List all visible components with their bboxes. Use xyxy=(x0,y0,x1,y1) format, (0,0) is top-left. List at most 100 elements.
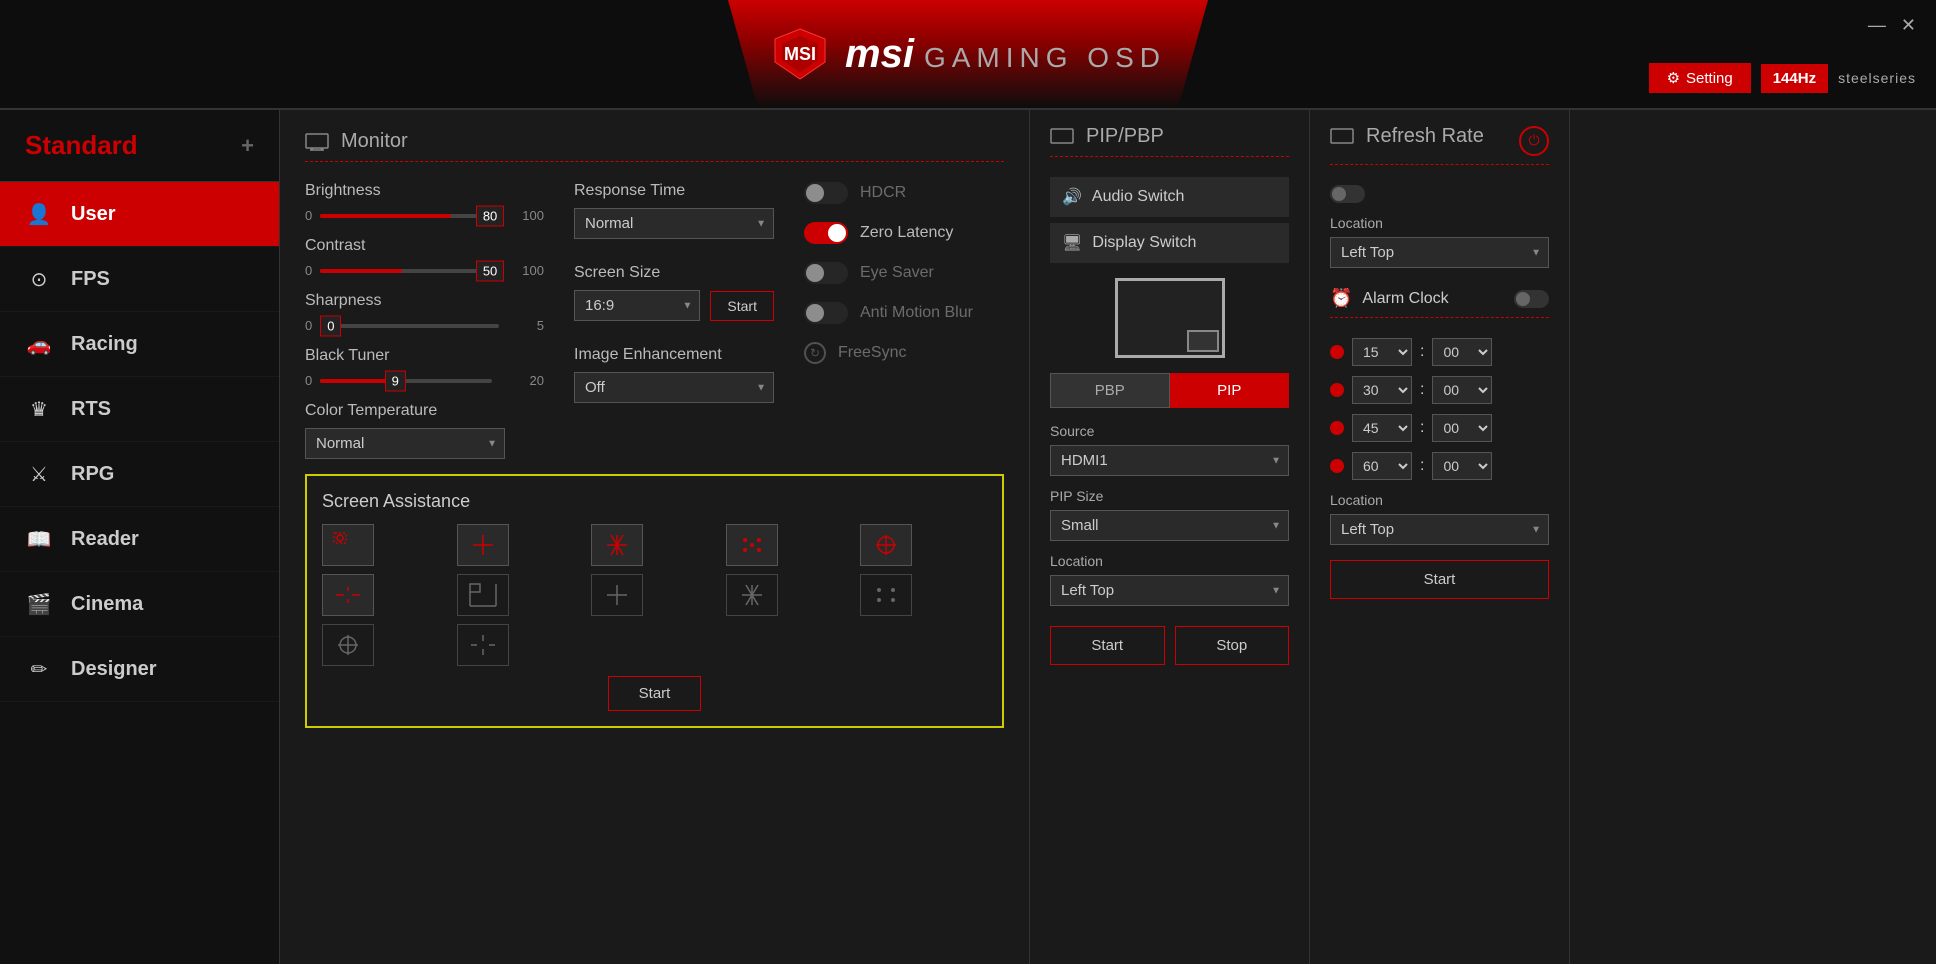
alarm-row-0: 15 : 00 xyxy=(1330,338,1549,366)
add-profile-button[interactable]: + xyxy=(241,133,254,159)
color-temp-select[interactable]: Normal Warm Cool Custom xyxy=(305,428,505,459)
alarm-location-label: Location xyxy=(1330,492,1549,508)
sidebar-item-cinema[interactable]: 🎬 Cinema xyxy=(0,572,279,637)
response-time-select[interactable]: Normal Fast Fastest xyxy=(574,208,774,239)
sidebar-item-user[interactable]: 👤 User xyxy=(0,182,279,247)
zero-latency-toggle[interactable] xyxy=(804,222,848,244)
sidebar-item-reader[interactable]: 📖 Reader xyxy=(0,507,279,572)
freesync-label: FreeSync xyxy=(838,344,906,362)
sharpness-slider-row: 0 0 5 xyxy=(305,318,544,333)
alarm-title-text: Alarm Clock xyxy=(1362,290,1448,308)
profile-name: Standard xyxy=(25,130,138,161)
alarm-colon-1: : xyxy=(1420,381,1424,399)
assist-icon-2[interactable] xyxy=(591,524,643,566)
source-label: Source xyxy=(1050,423,1289,439)
assist-icon-7[interactable] xyxy=(591,574,643,616)
alarm-hour-2[interactable]: 45 xyxy=(1352,414,1412,442)
sidebar-label-rpg: RPG xyxy=(71,463,114,486)
alarm-row-3: 60 : 00 xyxy=(1330,452,1549,480)
assist-icon-6[interactable] xyxy=(457,574,509,616)
sidebar-item-designer[interactable]: ✏ Designer xyxy=(0,637,279,702)
black-tuner-track[interactable]: 9 xyxy=(320,379,491,383)
window-controls: — ✕ xyxy=(1868,15,1916,36)
setting-button[interactable]: ⚙ Setting xyxy=(1649,63,1751,93)
image-enhance-select[interactable]: Off Weak Medium Strong xyxy=(574,372,774,403)
hdcr-label: HDCR xyxy=(860,184,906,202)
response-time-group: Response Time Normal Fast Fastest xyxy=(574,182,774,239)
assist-icon-1[interactable] xyxy=(457,524,509,566)
assist-icon-9[interactable] xyxy=(860,574,912,616)
sidebar-item-fps[interactable]: ⊙ FPS xyxy=(0,247,279,312)
display-switch-row[interactable]: 🖥 Display Switch xyxy=(1050,223,1289,263)
monitor-divider xyxy=(305,161,1004,162)
screen-assist-start-button[interactable]: Start xyxy=(608,676,702,711)
logo-sub: GAMING OSD xyxy=(924,42,1166,74)
assist-icon-10[interactable] xyxy=(322,624,374,666)
monitor-title-text: Monitor xyxy=(341,130,408,153)
assist-icon-11[interactable] xyxy=(457,624,509,666)
close-button[interactable]: ✕ xyxy=(1901,15,1916,36)
assist-icon-0[interactable] xyxy=(322,524,374,566)
refresh-location-wrapper: Left Top Right Top Left Bottom Right Bot… xyxy=(1330,237,1549,268)
screen-size-start-button[interactable]: Start xyxy=(710,291,774,321)
pip-size-wrapper: Small Medium Large xyxy=(1050,510,1289,541)
refresh-rate-title-row: Refresh Rate xyxy=(1330,125,1484,148)
eye-saver-label: Eye Saver xyxy=(860,264,934,282)
contrast-track[interactable]: 50 xyxy=(320,269,484,273)
sharpness-track[interactable]: 0 xyxy=(320,324,499,328)
sidebar-label-rts: RTS xyxy=(71,398,111,421)
screen-assist-title: Screen Assistance xyxy=(322,491,987,512)
source-dropdown-wrapper: HDMI1 HDMI2 DP1 xyxy=(1050,445,1289,476)
assist-icon-5[interactable] xyxy=(322,574,374,616)
alarm-hour-0[interactable]: 15 xyxy=(1352,338,1412,366)
assist-icon-8[interactable] xyxy=(726,574,778,616)
audio-switch-row[interactable]: 🔊 Audio Switch xyxy=(1050,177,1289,217)
pip-start-button[interactable]: Start xyxy=(1050,626,1165,665)
brightness-label: Brightness xyxy=(305,182,544,200)
alarm-location-select[interactable]: Left Top Right Top Left Bottom Right Bot… xyxy=(1330,514,1549,545)
alarm-min-1[interactable]: 00 xyxy=(1432,376,1492,404)
screen-size-select[interactable]: 16:9 4:3 Auto xyxy=(574,290,700,321)
minimize-button[interactable]: — xyxy=(1868,15,1886,36)
alarm-start-button[interactable]: Start xyxy=(1330,560,1549,599)
sidebar-item-racing[interactable]: 🚗 Racing xyxy=(0,312,279,377)
pip-divider xyxy=(1050,156,1289,157)
reader-icon: 📖 xyxy=(25,525,53,553)
pip-location-select[interactable]: Left Top Right Top Left Bottom Right Bot… xyxy=(1050,575,1289,606)
sidebar-item-rpg[interactable]: ⚔ RPG xyxy=(0,442,279,507)
pip-stop-button[interactable]: Stop xyxy=(1175,626,1290,665)
alarm-min-2[interactable]: 00 xyxy=(1432,414,1492,442)
pip-tabs: PBP PIP xyxy=(1050,373,1289,408)
source-select[interactable]: HDMI1 HDMI2 DP1 xyxy=(1050,445,1289,476)
logo-msi: msi xyxy=(845,32,914,77)
content-area: Monitor Brightness 0 80 xyxy=(280,110,1936,964)
eye-saver-toggle[interactable] xyxy=(804,262,848,284)
monitor-icon xyxy=(305,133,329,151)
pip-tab[interactable]: PIP xyxy=(1170,373,1290,408)
refresh-location-select[interactable]: Left Top Right Top Left Bottom Right Bot… xyxy=(1330,237,1549,268)
alarm-toggle[interactable] xyxy=(1514,290,1549,308)
alarm-hour-3[interactable]: 60 xyxy=(1352,452,1412,480)
sidebar-item-rts[interactable]: ♛ RTS xyxy=(0,377,279,442)
brightness-track[interactable]: 80 xyxy=(320,214,484,218)
brightness-fill xyxy=(320,214,451,218)
black-tuner-min: 0 xyxy=(305,373,312,388)
hdcr-toggle[interactable] xyxy=(804,182,848,204)
alarm-hour-1[interactable]: 30 xyxy=(1352,376,1412,404)
alarm-min-3[interactable]: 00 xyxy=(1432,452,1492,480)
assist-icon-3[interactable] xyxy=(726,524,778,566)
display-icon: 🖥 xyxy=(1062,233,1082,253)
refresh-toggle[interactable] xyxy=(1330,185,1365,203)
pip-size-select[interactable]: Small Medium Large xyxy=(1050,510,1289,541)
alarm-min-0[interactable]: 00 xyxy=(1432,338,1492,366)
assist-icon-4[interactable] xyxy=(860,524,912,566)
refresh-rate-panel: Refresh Rate ⏻ Location Left Top Right T… xyxy=(1310,110,1570,964)
anti-motion-toggle[interactable] xyxy=(804,302,848,324)
pbp-tab[interactable]: PBP xyxy=(1050,373,1170,408)
freesync-row: ↻ FreeSync xyxy=(804,342,1004,364)
alarm-dot-0 xyxy=(1330,345,1344,359)
racing-icon: 🚗 xyxy=(25,330,53,358)
middle-column: Response Time Normal Fast Fastest Screen… xyxy=(574,182,774,459)
rts-icon: ♛ xyxy=(25,395,53,423)
refresh-power-button[interactable]: ⏻ xyxy=(1519,126,1549,156)
